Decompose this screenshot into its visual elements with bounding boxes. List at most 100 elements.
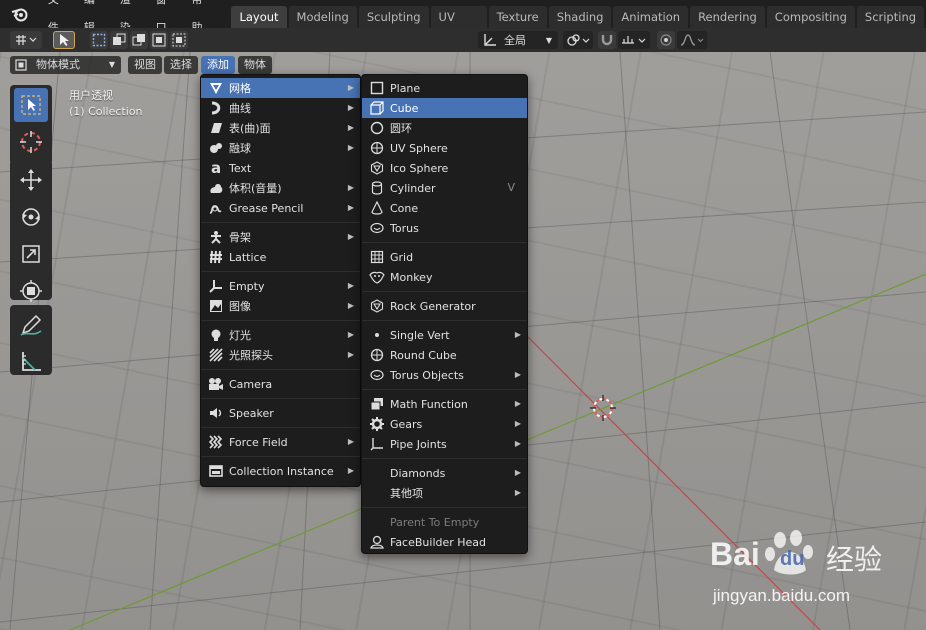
chevron-right-icon: ▶ xyxy=(347,83,354,92)
select-new-icon xyxy=(92,33,106,47)
add-menu-item-grease-pencil[interactable]: Grease Pencil ▶ xyxy=(201,198,360,218)
tab-texture-paint[interactable]: Texture Paint xyxy=(488,6,547,46)
mesh-item-rock-generator[interactable]: Rock Generator xyxy=(362,296,527,316)
menu-select[interactable]: 选择 xyxy=(164,56,198,74)
mesh-item-facebuilder-head[interactable]: FaceBuilder Head xyxy=(362,532,527,552)
tool-annotate[interactable] xyxy=(14,308,48,342)
menu-separator xyxy=(362,507,527,508)
orientation-value: 全局 xyxy=(504,34,526,47)
cylinder-shortcut: V xyxy=(507,181,515,194)
mesh-item-circle[interactable]: 圆环 xyxy=(362,118,527,138)
chevron-right-icon: ▶ xyxy=(347,123,354,132)
blender-logo-icon[interactable] xyxy=(10,5,30,23)
tab-uv-editing[interactable]: UV Editing xyxy=(430,6,487,46)
add-menu-item-lattice[interactable]: Lattice xyxy=(201,247,360,267)
tool-select-box[interactable] xyxy=(14,88,48,122)
tab-animation[interactable]: Animation xyxy=(613,6,689,28)
proportional-edit-button[interactable] xyxy=(657,31,675,49)
tab-shading[interactable]: Shading xyxy=(548,6,612,28)
mesh-item-gears[interactable]: Gears ▶ xyxy=(362,414,527,434)
volume-icon xyxy=(207,180,225,196)
tool-scale[interactable] xyxy=(14,237,48,271)
add-menu-item-speaker[interactable]: Speaker xyxy=(201,403,360,423)
editor-type-button[interactable] xyxy=(10,31,42,49)
tool-rotate[interactable] xyxy=(14,200,48,234)
tab-scripting[interactable]: Scripting xyxy=(856,6,925,28)
menu-separator xyxy=(362,320,527,321)
tab-layout[interactable]: Layout xyxy=(231,6,287,28)
proportional-falloff-select[interactable] xyxy=(677,31,707,49)
mesh-item-grid[interactable]: Grid xyxy=(362,247,527,267)
mesh-item-other[interactable]: 其他项 ▶ xyxy=(362,483,527,503)
add-menu-item-mesh[interactable]: 网格 ▶ xyxy=(201,78,360,98)
tool-transform[interactable] xyxy=(14,274,48,308)
chevron-down-icon: ▼ xyxy=(545,35,552,45)
mode-select[interactable]: 物体模式 ▼ xyxy=(10,56,121,74)
select-mode-extend-button[interactable] xyxy=(110,31,128,49)
mesh-item-pipe-joints[interactable]: Pipe Joints ▶ xyxy=(362,434,527,454)
transform-orientation-select[interactable]: 全局 ▼ xyxy=(478,31,558,49)
tool-move[interactable] xyxy=(14,163,48,197)
add-menu-item-light[interactable]: 灯光 ▶ xyxy=(201,325,360,345)
add-menu-item-force-field[interactable]: Force Field ▶ xyxy=(201,432,360,452)
snap-target-select[interactable] xyxy=(618,31,650,49)
mesh-item-math-function[interactable]: Math Function ▶ xyxy=(362,394,527,414)
add-menu-item-text[interactable]: a Text xyxy=(201,158,360,178)
mesh-item-cube[interactable]: Cube xyxy=(362,98,527,118)
chevron-right-icon: ▶ xyxy=(347,281,354,290)
chevron-right-icon: ▶ xyxy=(514,488,521,497)
menu-separator xyxy=(201,427,360,428)
tool-measure[interactable] xyxy=(14,345,48,379)
menu-separator xyxy=(362,458,527,459)
mesh-item-uv-sphere[interactable]: UV Sphere xyxy=(362,138,527,158)
mesh-item-ico-sphere[interactable]: Ico Sphere xyxy=(362,158,527,178)
menu-separator xyxy=(201,398,360,399)
select-tool-button[interactable] xyxy=(53,31,75,49)
select-mode-intersect-button[interactable] xyxy=(170,31,188,49)
3d-viewport[interactable]: 物体模式 ▼ 视图 选择 添加 物体 用户透视 (1) Collection 网… xyxy=(0,52,926,630)
add-menu-item-empty[interactable]: Empty ▶ xyxy=(201,276,360,296)
pivot-point-select[interactable] xyxy=(563,31,593,49)
mesh-item-single-vert[interactable]: Single Vert ▶ xyxy=(362,325,527,345)
mesh-item-round-cube[interactable]: Round Cube xyxy=(362,345,527,365)
add-menu-item-metaball[interactable]: 融球 ▶ xyxy=(201,138,360,158)
metaball-icon xyxy=(207,140,225,156)
mesh-item-diamonds[interactable]: Diamonds ▶ xyxy=(362,463,527,483)
snap-toggle-button[interactable] xyxy=(598,31,616,49)
menu-view[interactable]: 视图 xyxy=(128,56,162,74)
mesh-item-torus-objects[interactable]: Torus Objects ▶ xyxy=(362,365,527,385)
add-menu-item-curve[interactable]: 曲线 ▶ xyxy=(201,98,360,118)
watermark-url: jingyan.baidu.com xyxy=(713,586,851,605)
chevron-right-icon: ▶ xyxy=(347,466,354,475)
tab-sculpting[interactable]: Sculpting xyxy=(358,6,429,28)
mesh-icon xyxy=(207,80,225,96)
select-mode-invert-button[interactable] xyxy=(150,31,168,49)
select-mode-subtract-button[interactable] xyxy=(130,31,148,49)
tool-header: 全局 ▼ xyxy=(0,28,926,52)
tab-modeling[interactable]: Modeling xyxy=(288,6,357,28)
mesh-item-plane[interactable]: Plane xyxy=(362,78,527,98)
menu-separator xyxy=(201,320,360,321)
mesh-item-torus[interactable]: Torus xyxy=(362,218,527,238)
add-menu-item-image[interactable]: 图像 ▶ xyxy=(201,296,360,316)
mesh-item-cylinder[interactable]: Cylinder V xyxy=(362,178,527,198)
image-icon xyxy=(207,298,225,314)
select-mode-new-button[interactable] xyxy=(90,31,108,49)
tab-compositing[interactable]: Compositing xyxy=(766,6,855,28)
transform-orientation-icon xyxy=(16,35,37,45)
add-menu-item-armature[interactable]: 骨架 ▶ xyxy=(201,227,360,247)
menu-object[interactable]: 物体 xyxy=(238,56,272,74)
chevron-right-icon: ▶ xyxy=(514,439,521,448)
mesh-item-monkey[interactable]: Monkey xyxy=(362,267,527,287)
mode-label: 物体模式 xyxy=(36,58,80,71)
add-menu-item-camera[interactable]: Camera xyxy=(201,374,360,394)
menu-add[interactable]: 添加 xyxy=(201,56,235,74)
snap-increment-icon xyxy=(622,36,646,44)
add-menu-item-volume[interactable]: 体积(音量) ▶ xyxy=(201,178,360,198)
add-menu-item-light-probe[interactable]: 光照探头 ▶ xyxy=(201,345,360,365)
add-menu-item-collection-instance[interactable]: Collection Instance ▶ xyxy=(201,461,360,481)
mesh-item-cone[interactable]: Cone xyxy=(362,198,527,218)
add-menu-item-surface[interactable]: 表(曲)面 ▶ xyxy=(201,118,360,138)
tool-cursor[interactable] xyxy=(14,125,48,159)
tab-rendering[interactable]: Rendering xyxy=(690,6,765,28)
